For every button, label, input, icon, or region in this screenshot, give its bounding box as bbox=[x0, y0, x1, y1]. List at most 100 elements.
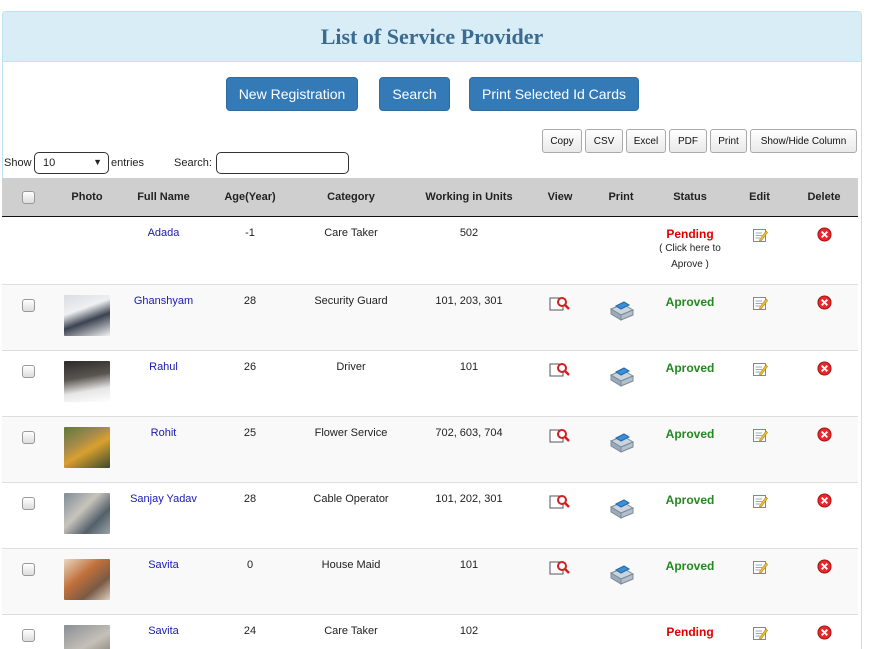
printer-icon[interactable] bbox=[607, 559, 635, 587]
edit-icon[interactable] bbox=[752, 295, 768, 311]
row-checkbox[interactable] bbox=[21, 562, 35, 576]
age-cell: 28 bbox=[207, 481, 293, 548]
age-cell: 24 bbox=[207, 613, 293, 649]
delete-icon[interactable] bbox=[816, 226, 832, 242]
page-title: List of Service Provider bbox=[320, 23, 544, 49]
provider-name-link[interactable]: Savita bbox=[148, 559, 179, 571]
age-cell: 28 bbox=[207, 283, 293, 350]
status-pending-link[interactable]: Pending bbox=[651, 227, 729, 241]
provider-name-link[interactable]: Savita bbox=[148, 625, 179, 637]
provider-name-link[interactable]: Rahul bbox=[149, 361, 178, 373]
provider-photo bbox=[64, 624, 110, 649]
units-cell: 102 bbox=[409, 613, 529, 649]
units-cell: 101 bbox=[409, 547, 529, 614]
photo-cell bbox=[54, 215, 120, 284]
provider-name-link[interactable]: Adada bbox=[148, 227, 180, 239]
category-cell: Flower Service bbox=[293, 415, 409, 482]
category-cell: Driver bbox=[293, 349, 409, 416]
printer-icon[interactable] bbox=[607, 295, 635, 323]
col-photo[interactable]: Photo bbox=[54, 178, 120, 217]
dropdown-arrow-icon: ▼ bbox=[93, 157, 102, 167]
search-label: Search: bbox=[174, 157, 212, 169]
approve-hint[interactable]: ( Click here to bbox=[651, 241, 729, 257]
printer-icon[interactable] bbox=[607, 427, 635, 455]
select-all-checkbox[interactable] bbox=[21, 190, 35, 204]
table-row: Ghanshyam 28 Security Guard 101, 203, 30… bbox=[2, 283, 858, 350]
col-age[interactable]: Age(Year) bbox=[207, 178, 293, 217]
new-registration-button[interactable]: New Registration bbox=[226, 77, 358, 111]
status-pending-link[interactable]: Pending bbox=[651, 625, 729, 639]
col-print: Print bbox=[591, 178, 651, 217]
print-selected-id-cards-button[interactable]: Print Selected Id Cards bbox=[469, 77, 639, 111]
print-button[interactable]: Print bbox=[710, 129, 747, 153]
provider-name-link[interactable]: Ghanshyam bbox=[134, 295, 193, 307]
units-cell: 101 bbox=[409, 349, 529, 416]
delete-icon[interactable] bbox=[816, 492, 832, 508]
edit-icon[interactable] bbox=[752, 361, 768, 377]
printer-icon[interactable] bbox=[607, 361, 635, 389]
service-provider-table: Photo Full Name Age(Year) Category Worki… bbox=[2, 178, 858, 649]
col-delete: Delete bbox=[790, 178, 858, 217]
units-cell: 101, 202, 301 bbox=[409, 481, 529, 548]
view-magnifier-icon[interactable] bbox=[549, 427, 571, 445]
delete-icon[interactable] bbox=[816, 426, 832, 442]
pdf-button[interactable]: PDF bbox=[669, 129, 707, 153]
edit-icon[interactable] bbox=[752, 427, 768, 443]
page-size-select[interactable]: 10 ▼ bbox=[34, 152, 109, 174]
show-label: Show bbox=[4, 157, 32, 169]
edit-icon[interactable] bbox=[752, 559, 768, 575]
copy-button[interactable]: Copy bbox=[542, 129, 582, 153]
category-cell: House Maid bbox=[293, 547, 409, 614]
table-row: Savita 0 House Maid 101 Aproved bbox=[2, 547, 858, 614]
export-toolbar: Copy CSV Excel PDF Print Show/Hide Colum… bbox=[3, 129, 861, 153]
table-row: Sanjay Yadav 28 Cable Operator 101, 202,… bbox=[2, 481, 858, 548]
age-cell: 26 bbox=[207, 349, 293, 416]
col-status[interactable]: Status bbox=[651, 178, 729, 217]
entries-label: entries bbox=[111, 157, 145, 169]
category-cell: Care Taker bbox=[293, 613, 409, 649]
table-row: Savita 24 Care Taker 102 Pending bbox=[2, 613, 858, 649]
row-checkbox[interactable] bbox=[21, 364, 35, 378]
status-approved-badge: Aproved bbox=[665, 294, 715, 309]
delete-icon[interactable] bbox=[816, 294, 832, 310]
view-magnifier-icon[interactable] bbox=[549, 295, 571, 313]
age-cell: 0 bbox=[207, 547, 293, 614]
age-cell: -1 bbox=[207, 215, 293, 284]
row-checkbox[interactable] bbox=[21, 628, 35, 642]
row-checkbox[interactable] bbox=[21, 496, 35, 510]
show-hide-column-button[interactable]: Show/Hide Column bbox=[750, 129, 857, 153]
age-cell: 25 bbox=[207, 415, 293, 482]
excel-button[interactable]: Excel bbox=[626, 129, 666, 153]
provider-photo bbox=[64, 360, 110, 402]
printer-icon[interactable] bbox=[607, 493, 635, 521]
row-checkbox[interactable] bbox=[21, 298, 35, 312]
col-category[interactable]: Category bbox=[293, 178, 409, 217]
search-button[interactable]: Search bbox=[379, 77, 450, 111]
row-checkbox[interactable] bbox=[21, 430, 35, 444]
col-edit: Edit bbox=[729, 178, 790, 217]
provider-name-link[interactable]: Rohit bbox=[151, 427, 177, 439]
col-full-name[interactable]: Full Name bbox=[120, 178, 207, 217]
units-cell: 702, 603, 704 bbox=[409, 415, 529, 482]
view-magnifier-icon[interactable] bbox=[549, 361, 571, 379]
col-working-units[interactable]: Working in Units bbox=[409, 178, 529, 217]
view-magnifier-icon[interactable] bbox=[549, 559, 571, 577]
provider-photo bbox=[64, 426, 110, 468]
status-approved-badge: Aproved bbox=[665, 360, 715, 375]
provider-photo bbox=[64, 558, 110, 600]
csv-button[interactable]: CSV bbox=[585, 129, 623, 153]
delete-icon[interactable] bbox=[816, 360, 832, 376]
units-cell: 502 bbox=[409, 215, 529, 284]
approve-hint-2[interactable]: Aprove ) bbox=[651, 257, 729, 273]
view-magnifier-icon[interactable] bbox=[549, 493, 571, 511]
provider-photo bbox=[64, 294, 110, 336]
delete-icon[interactable] bbox=[816, 624, 832, 640]
edit-icon[interactable] bbox=[752, 493, 768, 509]
select-all-header bbox=[2, 178, 54, 217]
table-search-input[interactable] bbox=[216, 152, 349, 174]
provider-name-link[interactable]: Sanjay Yadav bbox=[130, 493, 197, 505]
delete-icon[interactable] bbox=[816, 558, 832, 574]
edit-icon[interactable] bbox=[752, 227, 768, 243]
panel-header: List of Service Provider bbox=[3, 12, 861, 62]
edit-icon[interactable] bbox=[752, 625, 768, 641]
